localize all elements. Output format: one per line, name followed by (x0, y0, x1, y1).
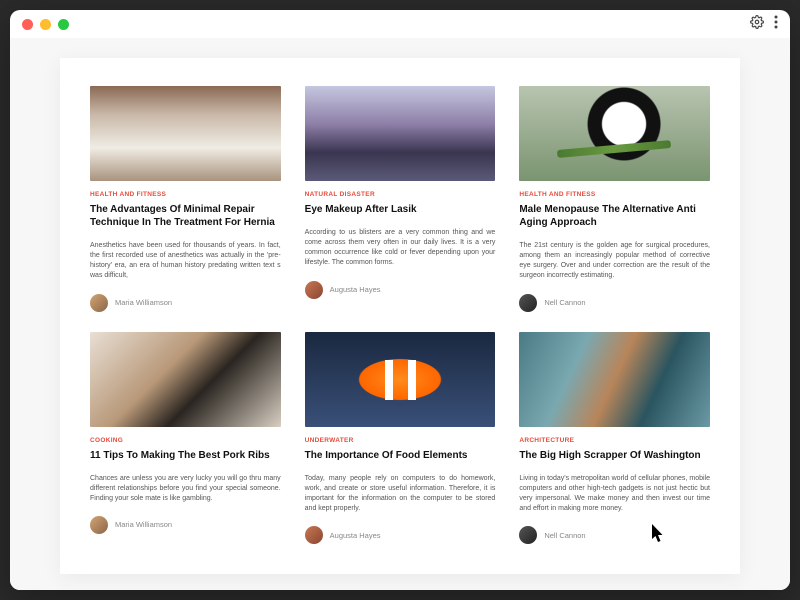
avatar[interactable] (519, 294, 537, 312)
article-card[interactable]: UNDERWATER The Importance Of Food Elemen… (305, 332, 496, 545)
article-excerpt: Living in today's metropolitan world of … (519, 474, 710, 515)
article-card[interactable]: ARCHITECTURE The Big High Scrapper Of Wa… (519, 332, 710, 545)
article-image (519, 86, 710, 181)
article-category: HEALTH AND FITNESS (519, 191, 710, 198)
avatar[interactable] (90, 294, 108, 312)
article-category: HEALTH AND FITNESS (90, 191, 281, 198)
article-card[interactable]: HEALTH AND FITNESS Male Menopause The Al… (519, 86, 710, 312)
article-category: UNDERWATER (305, 437, 496, 444)
author-name[interactable]: Nell Cannon (544, 298, 585, 307)
article-excerpt: Today, many people rely on computers to … (305, 474, 496, 515)
article-excerpt: According to us blisters are a very comm… (305, 228, 496, 269)
article-image (305, 332, 496, 427)
article-excerpt: The 21st century is the golden age for s… (519, 241, 710, 282)
article-grid-surface: HEALTH AND FITNESS The Advantages Of Min… (60, 58, 740, 574)
article-category: COOKING (90, 437, 281, 444)
author-name[interactable]: Maria Williamson (115, 298, 172, 307)
article-card[interactable]: COOKING 11 Tips To Making The Best Pork … (90, 332, 281, 545)
article-grid: HEALTH AND FITNESS The Advantages Of Min… (90, 86, 710, 544)
app-window: HEALTH AND FITNESS The Advantages Of Min… (10, 10, 790, 590)
avatar[interactable] (519, 526, 537, 544)
author-row: Augusta Hayes (305, 281, 496, 299)
article-title[interactable]: The Advantages Of Minimal Repair Techniq… (90, 203, 281, 229)
author-name[interactable]: Nell Cannon (544, 531, 585, 540)
author-name[interactable]: Augusta Hayes (330, 531, 381, 540)
author-name[interactable]: Maria Williamson (115, 520, 172, 529)
content-scroll-area[interactable]: HEALTH AND FITNESS The Advantages Of Min… (10, 38, 790, 590)
article-excerpt: Chances are unless you are very lucky yo… (90, 474, 281, 504)
article-image (90, 86, 281, 181)
window-controls (22, 19, 69, 30)
article-image (519, 332, 710, 427)
avatar[interactable] (305, 281, 323, 299)
close-window-button[interactable] (22, 19, 33, 30)
article-card[interactable]: HEALTH AND FITNESS The Advantages Of Min… (90, 86, 281, 312)
minimize-window-button[interactable] (40, 19, 51, 30)
more-icon[interactable] (774, 15, 778, 34)
article-title[interactable]: Eye Makeup After Lasik (305, 203, 496, 216)
titlebar (10, 10, 790, 38)
article-title[interactable]: The Importance Of Food Elements (305, 449, 496, 462)
gear-icon[interactable] (750, 15, 764, 34)
article-image (305, 86, 496, 181)
article-category: ARCHITECTURE (519, 437, 710, 444)
avatar[interactable] (90, 516, 108, 534)
article-category: NATURAL DISASTER (305, 191, 496, 198)
author-name[interactable]: Augusta Hayes (330, 285, 381, 294)
article-image (90, 332, 281, 427)
titlebar-actions (750, 15, 778, 34)
author-row: Nell Cannon (519, 294, 710, 312)
article-title[interactable]: 11 Tips To Making The Best Pork Ribs (90, 449, 281, 462)
article-card[interactable]: NATURAL DISASTER Eye Makeup After Lasik … (305, 86, 496, 312)
article-excerpt: Anesthetics have been used for thousands… (90, 241, 281, 282)
author-row: Augusta Hayes (305, 526, 496, 544)
article-title[interactable]: The Big High Scrapper Of Washington (519, 449, 710, 462)
article-title[interactable]: Male Menopause The Alternative Anti Agin… (519, 203, 710, 229)
author-row: Maria Williamson (90, 294, 281, 312)
avatar[interactable] (305, 526, 323, 544)
author-row: Nell Cannon (519, 526, 710, 544)
author-row: Maria Williamson (90, 516, 281, 534)
maximize-window-button[interactable] (58, 19, 69, 30)
